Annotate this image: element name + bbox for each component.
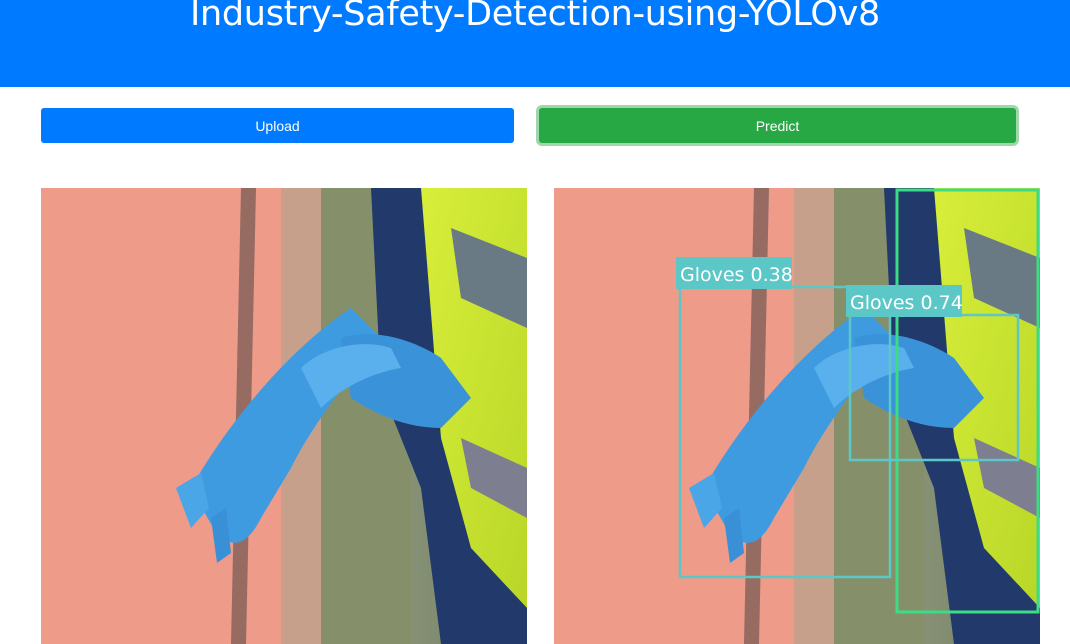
result-image: Gloves 0.38 Gloves 0.74 — [554, 188, 1040, 644]
input-image-scene — [41, 188, 527, 644]
detection-label: Gloves 0.38 — [680, 264, 793, 286]
result-image-scene: Gloves 0.38 Gloves 0.74 — [554, 188, 1040, 644]
upload-button[interactable]: Upload — [41, 108, 514, 143]
input-image — [41, 188, 527, 644]
predict-button[interactable]: Predict — [539, 108, 1016, 143]
page-title: Industry-Safety-Detection-using-YOLOv8 — [189, 0, 881, 34]
app-header: Industry-Safety-Detection-using-YOLOv8 — [0, 0, 1070, 87]
detection-label: Gloves 0.74 — [850, 292, 963, 314]
